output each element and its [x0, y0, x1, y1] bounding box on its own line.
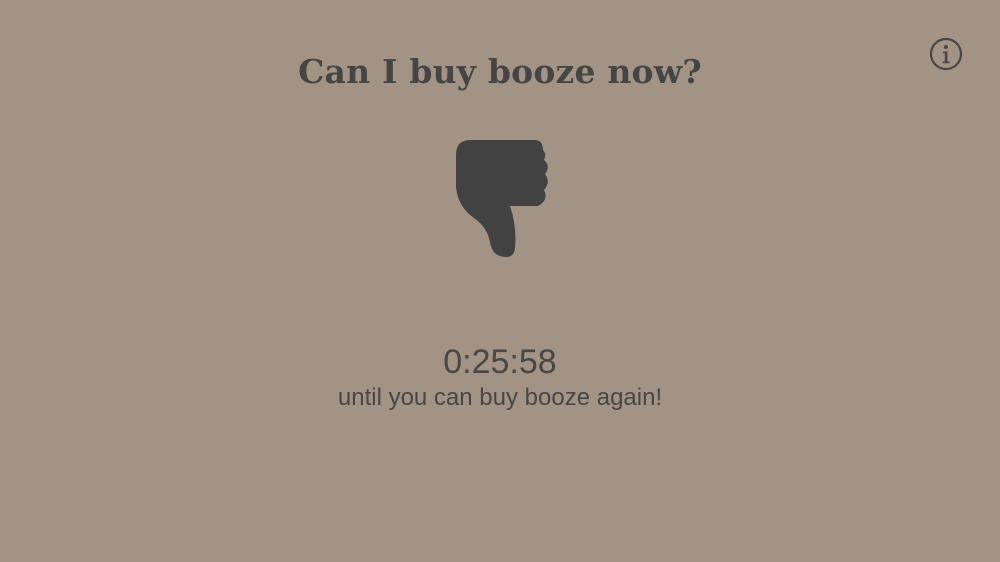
- thumbs-down-icon: [456, 140, 548, 257]
- info-icon: [929, 37, 963, 71]
- app-screen: Can I buy booze now? 0:25:58 until you c…: [0, 0, 1000, 562]
- thumbs-down-indicator: [450, 130, 550, 260]
- countdown-message: until you can buy booze again!: [337, 384, 663, 411]
- countdown-timer: 0:25:58: [443, 343, 557, 381]
- page-title: Can I buy booze now?: [298, 52, 702, 91]
- info-button[interactable]: [929, 37, 963, 71]
